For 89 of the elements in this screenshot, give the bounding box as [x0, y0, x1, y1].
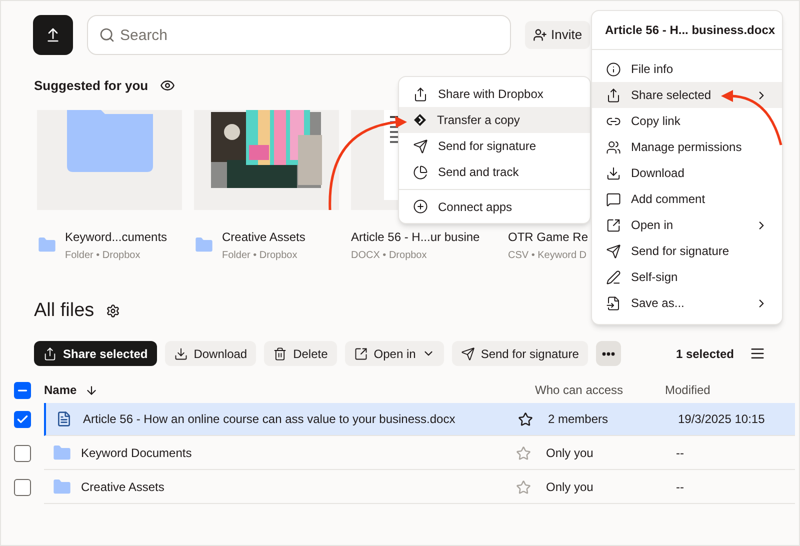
star-icon[interactable]	[516, 480, 531, 494]
menu-item[interactable]: File info	[592, 56, 782, 82]
upload-icon	[45, 27, 61, 43]
paper-plane-icon	[606, 244, 621, 258]
menu-item[interactable]: Send and track	[399, 159, 590, 185]
menu-item[interactable]: Send for signature	[399, 133, 590, 159]
download-icon	[174, 346, 188, 360]
check-icon	[16, 413, 29, 426]
menu-item[interactable]: Self-sign	[592, 264, 782, 290]
card-title[interactable]: Keyword...cuments	[65, 228, 168, 246]
file-name[interactable]: Keyword Documents	[81, 444, 516, 462]
file-icon	[606, 296, 621, 310]
access-text: Only you	[546, 479, 594, 496]
menu-item[interactable]: Share with Dropbox	[399, 81, 590, 107]
share-icon	[413, 86, 428, 102]
paper-plane-icon	[460, 346, 475, 360]
folder-icon	[66, 110, 152, 172]
search-icon	[99, 27, 115, 43]
page-title: All files	[34, 298, 94, 322]
menu-item[interactable]: Manage permissions	[592, 134, 782, 160]
file-name[interactable]: Article 56 - How an online course can ass value to your business.docx	[83, 410, 518, 428]
external-link-icon	[354, 346, 368, 360]
more-button[interactable]	[596, 341, 621, 366]
column-header[interactable]: Who can access	[535, 381, 665, 399]
toolbar-button[interactable]: Open in	[344, 341, 444, 366]
diamond-logo-icon	[413, 113, 427, 127]
column-header[interactable]: Modified	[665, 381, 710, 399]
column-header[interactable]: Name	[44, 381, 535, 399]
invite-button[interactable]: Invite	[525, 21, 590, 49]
share-icon	[606, 88, 621, 102]
card-subtitle: Folder • Dropbox	[65, 248, 142, 262]
checkbox[interactable]	[14, 445, 31, 462]
card-subtitle: Folder • Dropbox	[222, 248, 298, 262]
modified-text: 19/3/2025 10:15	[678, 411, 765, 428]
menu-item[interactable]: Add comment	[592, 186, 782, 212]
toolbar-button[interactable]: Send for signature	[452, 341, 588, 366]
pie-chart-icon	[413, 164, 428, 180]
menu-item[interactable]: Save as...	[592, 290, 782, 316]
menu-item[interactable]: Download	[592, 160, 782, 186]
comment-icon	[606, 192, 621, 206]
share-icon	[43, 346, 57, 360]
users-icon	[606, 140, 621, 154]
card-thumbnail[interactable]	[37, 110, 182, 210]
checkbox[interactable]	[14, 382, 31, 398]
card-subtitle: CSV • Keyword D	[508, 248, 588, 262]
eye-icon[interactable]	[160, 78, 176, 94]
modified-text: --	[676, 479, 684, 496]
paper-plane-icon	[413, 138, 428, 154]
plus-circle-icon	[413, 199, 428, 214]
toolbar-button[interactable]: Delete	[264, 341, 337, 366]
selection-count: 1 selected	[676, 346, 734, 362]
checkbox[interactable]	[14, 479, 31, 496]
menu-item[interactable]: Send for signature	[592, 238, 782, 264]
menu-item[interactable]: Connect apps	[399, 189, 590, 219]
file-name[interactable]: Creative Assets	[81, 478, 516, 496]
list-view-icon[interactable]	[750, 346, 765, 361]
menu-title: Article 56 - H... business.docx	[592, 11, 782, 50]
file-row[interactable]: Article 56 - How an online course can ass value to your business.docx 2 members 19/3/2025 10:15	[44, 403, 795, 436]
menu-item[interactable]: Share selected	[592, 82, 782, 108]
info-icon	[606, 62, 621, 76]
modified-text: --	[676, 445, 684, 462]
access-text: Only you	[546, 445, 594, 462]
access-text: 2 members	[548, 411, 610, 428]
settings-icon[interactable]	[106, 304, 120, 318]
search-field[interactable]: Search	[87, 15, 511, 55]
external-link-icon	[606, 218, 621, 232]
card-title[interactable]: Article 56 - H...ur busine	[351, 228, 480, 246]
card-title[interactable]: Creative Assets	[222, 228, 306, 246]
checkbox[interactable]	[14, 411, 31, 428]
star-icon[interactable]	[516, 446, 531, 460]
pen-icon	[606, 270, 621, 284]
card-subtitle: DOCX • Dropbox	[351, 248, 428, 262]
toolbar-button[interactable]: Download	[164, 341, 256, 366]
more-icon	[602, 352, 615, 356]
toolbar-button[interactable]: Share selected	[34, 341, 157, 366]
user-plus-icon	[533, 28, 547, 42]
file-row[interactable]: Creative Assets Only you --	[44, 471, 795, 504]
file-row[interactable]: Keyword Documents Only you --	[44, 437, 795, 470]
download-icon	[606, 166, 621, 180]
star-icon[interactable]	[518, 412, 533, 426]
menu-item[interactable]: Transfer a copy	[399, 107, 590, 133]
menu-item[interactable]: Copy link	[592, 108, 782, 134]
upload-button[interactable]	[33, 15, 73, 55]
word-file-icon	[56, 411, 72, 427]
card-title[interactable]: OTR Game Re	[508, 228, 588, 246]
menu-item[interactable]: Open in	[592, 212, 782, 238]
section-title: Suggested for you	[34, 77, 148, 95]
sort-arrow-icon	[84, 384, 98, 396]
trash-icon	[273, 346, 288, 360]
